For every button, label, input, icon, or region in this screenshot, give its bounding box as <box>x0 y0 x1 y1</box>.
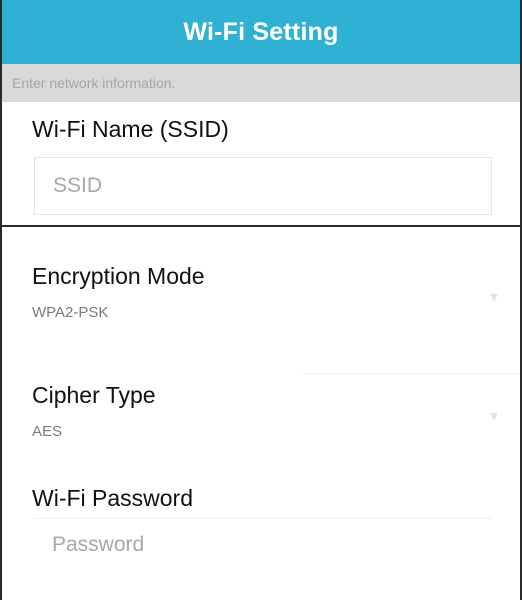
cipher-type-label: Cipher Type <box>32 382 156 408</box>
chevron-down-icon: ▾ <box>489 408 498 425</box>
password-input[interactable]: Password <box>34 518 492 570</box>
info-bar: Enter network information. <box>2 64 520 102</box>
ssid-input[interactable]: SSID <box>34 157 492 215</box>
password-placeholder: Password <box>52 532 145 556</box>
password-label: Wi-Fi Password <box>32 484 194 511</box>
cipher-type-selector[interactable]: Cipher Type AES ▾ <box>2 382 520 478</box>
encryption-mode-label: Encryption Mode <box>32 263 205 289</box>
encryption-mode-selector[interactable]: Encryption Mode WPA2-PSK ▾ <box>2 263 520 373</box>
wifi-setting-screen: Wi-Fi Setting Enter network information.… <box>0 0 522 600</box>
title-bar: Wi-Fi Setting <box>2 0 520 64</box>
cipher-type-value: AES <box>32 423 63 440</box>
info-text: Enter network information. <box>12 75 176 91</box>
encryption-mode-value: WPA2-PSK <box>32 304 109 321</box>
page-title: Wi-Fi Setting <box>183 17 339 46</box>
divider <box>302 373 520 374</box>
ssid-placeholder: SSID <box>53 174 103 197</box>
chevron-down-icon: ▾ <box>489 289 498 306</box>
ssid-label: Wi-Fi Name (SSID) <box>32 116 229 142</box>
divider <box>2 225 520 227</box>
